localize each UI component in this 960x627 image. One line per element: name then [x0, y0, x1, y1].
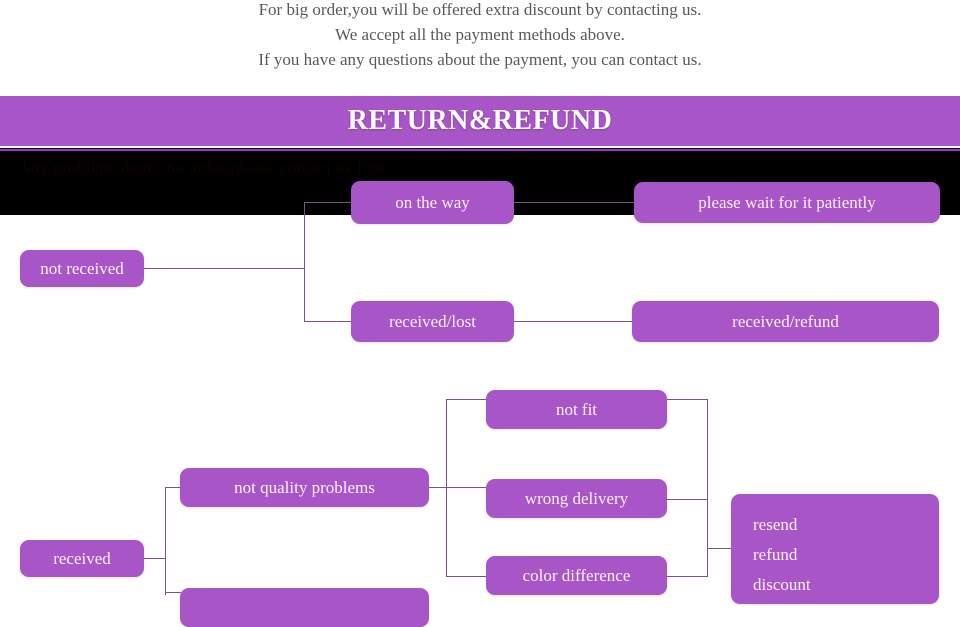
return-refund-flowchart: not received on the way please wait for … — [0, 0, 960, 627]
connector-spine2-to-quality-problems — [165, 592, 181, 593]
connector-spine3-to-wrong-delivery — [446, 487, 487, 488]
connector-wrong-delivery-to-spine4 — [667, 499, 707, 500]
connector-spine2 — [165, 487, 166, 595]
node-not-fit[interactable]: not fit — [486, 390, 667, 429]
connector-not-fit-to-spine4 — [667, 399, 707, 400]
connector-received-lost-to-received-refund — [514, 321, 632, 322]
connector-spine4 — [707, 399, 708, 577]
node-on-the-way[interactable]: on the way — [351, 181, 514, 224]
node-resend-refund-discount[interactable]: resend refund discount — [731, 494, 939, 604]
connector-on-the-way-to-please-wait — [513, 202, 635, 203]
outcome-line-resend: resend — [753, 515, 798, 534]
outcome-line-discount: discount — [753, 575, 811, 594]
connector-spine-top — [304, 202, 305, 322]
connector-spine3-to-color-difference — [446, 576, 487, 577]
connector-not-received-to-spine — [144, 268, 304, 269]
node-not-received-label: not received — [40, 258, 124, 278]
node-wrong-delivery-label: wrong delivery — [524, 488, 629, 508]
node-received[interactable]: received — [20, 540, 144, 577]
node-received-refund[interactable]: received/refund — [632, 301, 939, 342]
node-please-wait[interactable]: please wait for it patiently — [634, 182, 940, 223]
node-not-received[interactable]: not received — [20, 250, 144, 287]
node-wrong-delivery[interactable]: wrong delivery — [486, 479, 667, 518]
node-received-lost-label: received/lost — [389, 311, 476, 331]
connector-spine-to-on-the-way — [304, 202, 352, 203]
node-please-wait-label: please wait for it patiently — [698, 192, 876, 212]
connector-spine4-to-outcome — [707, 548, 731, 549]
node-not-quality-problems[interactable]: not quality problems — [180, 468, 429, 507]
connector-spine3-to-not-fit — [446, 399, 487, 400]
node-received-lost[interactable]: received/lost — [351, 301, 514, 342]
node-not-quality-problems-label: not quality problems — [234, 477, 375, 497]
node-color-difference-label: color difference — [522, 565, 631, 585]
connector-spine2-to-not-quality-problems — [165, 487, 181, 488]
node-on-the-way-label: on the way — [395, 192, 470, 212]
node-received-label: received — [53, 548, 111, 568]
connector-color-difference-to-spine4 — [667, 576, 707, 577]
node-quality-problems[interactable] — [180, 588, 429, 627]
outcome-line-refund: refund — [753, 545, 798, 564]
node-not-fit-label: not fit — [555, 399, 598, 419]
connector-spine-to-received-lost — [304, 321, 352, 322]
node-received-refund-label: received/refund — [732, 311, 839, 331]
node-color-difference[interactable]: color difference — [486, 556, 667, 595]
connector-not-quality-problems-to-spine3 — [429, 487, 446, 488]
connector-received-to-spine2 — [144, 558, 165, 559]
